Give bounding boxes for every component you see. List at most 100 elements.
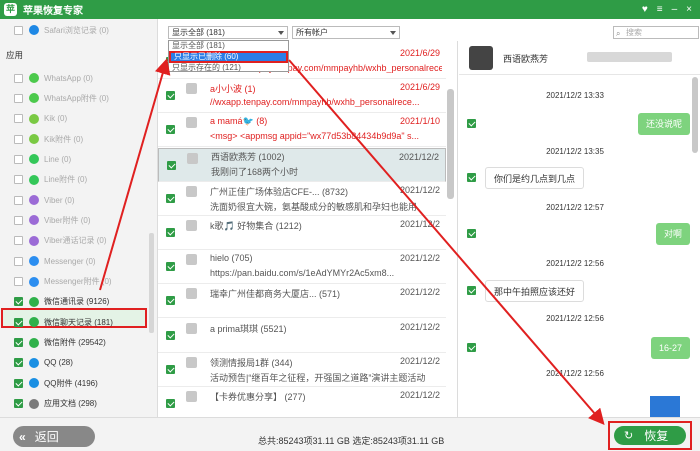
account-select[interactable]: 所有帐户 (292, 26, 400, 39)
checkbox[interactable] (14, 256, 23, 266)
checkbox[interactable] (166, 193, 175, 203)
double-chevron-left-icon: « (19, 429, 26, 444)
checkbox[interactable] (166, 364, 175, 374)
dropdown-option-all[interactable]: 显示全部 (181) (169, 41, 288, 51)
checkbox[interactable] (14, 236, 23, 246)
sidebar-item[interactable]: Viber (0) (14, 193, 154, 207)
checkbox[interactable] (467, 286, 476, 295)
sidebar-item-label: WhatsApp附件 (0) (44, 93, 109, 103)
checkbox[interactable] (14, 93, 23, 103)
sidebar-item[interactable]: QQ附件 (4196) (14, 376, 154, 390)
conversation-row[interactable]: 瑞幸广州佳都商务大厦店... (571) 2021/12/2 (158, 284, 446, 319)
viber-icon (29, 235, 39, 246)
sidebar-item-label: Viber通话记录 (0) (44, 236, 107, 246)
checkbox[interactable] (14, 154, 23, 164)
checkbox[interactable] (467, 229, 476, 238)
conversation-row[interactable]: 【卡券优惠分享】 (277) 2021/12/2 (158, 387, 446, 417)
checkbox[interactable] (166, 330, 175, 340)
sidebar-item[interactable]: Viber附件 (0) (14, 213, 154, 227)
sidebar-item-label: Line附件 (0) (44, 175, 88, 185)
checkbox[interactable] (14, 338, 23, 348)
checkbox[interactable] (467, 173, 476, 182)
chat-scrollbar[interactable] (692, 77, 698, 153)
sidebar-item[interactable]: Line (0) (14, 152, 154, 166)
sidebar-item-safari[interactable]: Safari浏览记录 (0) (14, 23, 154, 37)
search-input[interactable]: ⌕ 搜索 (613, 26, 699, 39)
checkbox[interactable] (14, 378, 23, 388)
sidebar-item[interactable]: 应用文档 (298) (14, 397, 154, 411)
checkbox[interactable] (14, 277, 23, 286)
list-scrollbar[interactable] (447, 89, 454, 199)
sidebar-item[interactable]: Messenger附件 (0) (14, 275, 154, 289)
conversation-row[interactable]: a prima琪琪 (5521) 2021/12/2 (158, 319, 446, 353)
sidebar-item-label: Viber (0) (44, 195, 75, 205)
conversation-row[interactable]: hielo (705) 2021/12/2 https://pan.baidu.co… (158, 250, 446, 285)
filter-select[interactable]: 显示全部 (181) (168, 26, 288, 39)
line-icon (29, 174, 39, 185)
conversation-date: 2021/12/2 (399, 219, 440, 229)
sidebar-item[interactable]: WhatsApp (0) (14, 71, 154, 85)
sidebar-item[interactable]: Kik (0) (14, 112, 154, 126)
back-button[interactable]: « 返回 (13, 426, 95, 447)
conversation-row[interactable]: a mamá🐦 (8) 2021/1/10 <msg> <appmsg appid=… (158, 113, 446, 148)
sidebar-item[interactable]: Viber通话记录 (0) (14, 234, 154, 248)
sidebar-item-label: Line (0) (44, 154, 72, 164)
checkbox[interactable] (467, 119, 476, 128)
checkbox[interactable] (14, 317, 23, 327)
sidebar-item[interactable]: Line附件 (0) (14, 173, 154, 187)
sidebar-item[interactable]: Kik附件 (0) (14, 132, 154, 146)
restore-button[interactable]: ↻ 恢复 (614, 426, 686, 445)
window-controls: ♥ ≡ – × (642, 4, 692, 15)
sidebar-item[interactable]: 微信通讯录 (9126) (14, 295, 154, 309)
checkbox[interactable] (14, 134, 23, 144)
sidebar-item[interactable]: 微信附件 (29542) (14, 336, 154, 350)
sidebar-item[interactable]: Messenger (0) (14, 254, 154, 268)
checkbox[interactable] (467, 343, 476, 352)
conversation-row[interactable]: 广州正佳广场体验店CFE-... (8732) 2021/12/2 洗面奶很宜大碗，… (158, 182, 446, 216)
sidebar-item[interactable]: 微信聊天记录 (181) (14, 315, 154, 329)
checkbox[interactable] (166, 125, 175, 135)
checkbox[interactable] (14, 297, 23, 307)
checkbox[interactable] (166, 296, 175, 306)
checkbox[interactable] (166, 399, 175, 408)
checkbox[interactable] (14, 358, 23, 368)
dropdown-option-existing[interactable]: 只显示存在的 (121) (169, 63, 288, 73)
checkbox[interactable] (14, 215, 23, 225)
conversation-row[interactable]: a小小波 (1) 2021/6/29 //wxapp.tenpay.com/mmpa… (158, 79, 446, 114)
favorite-icon[interactable]: ♥ (642, 4, 648, 15)
checkbox[interactable] (166, 228, 175, 237)
checkbox[interactable] (14, 195, 23, 205)
conversation-name: 领测情报局1群 (344) (210, 357, 293, 368)
checkbox[interactable] (14, 25, 23, 35)
conversation-name: 广州正佳广场体验店CFE-... (8732) (210, 186, 349, 197)
message-timestamp: 2021/12/2 13:35 (546, 147, 604, 156)
message-timestamp: 2021/12/2 12:56 (546, 369, 604, 378)
sidebar-scrollbar[interactable] (149, 233, 154, 333)
line-icon (29, 154, 39, 165)
avatar (186, 356, 197, 368)
checkbox[interactable] (167, 160, 176, 170)
conversation-row[interactable]: 西语欧燕芳 (1002) 2021/12/2 我刚问了168两个小时 (158, 147, 446, 182)
dropdown-option-deleted[interactable]: 只显示已删除 (60) (169, 51, 288, 63)
conversation-row[interactable]: 领测情报局1群 (344) 2021/12/2 活动预告|“继百年之征程，开强国之道… (158, 353, 446, 387)
close-icon[interactable]: × (686, 4, 692, 15)
footer: « 返回 总共:85243项31.11 GB 选定:85243项31.11 GB… (0, 417, 700, 451)
sidebar-item[interactable]: QQ (28) (14, 356, 154, 370)
conversation-name: a mamá🐦 (8) (210, 116, 268, 127)
sidebar-item[interactable]: WhatsApp附件 (0) (14, 91, 154, 105)
menu-icon[interactable]: ≡ (657, 4, 663, 15)
conversation-name: 瑞幸广州佳都商务大厦店... (571) (210, 289, 341, 300)
conversation-row[interactable]: k歌🎵 好物集合 (1212) 2021/12/2 (158, 216, 446, 250)
minimize-icon[interactable]: – (672, 4, 678, 15)
checkbox[interactable] (166, 91, 175, 101)
checkbox[interactable] (14, 114, 23, 124)
checkbox[interactable] (14, 175, 23, 185)
received-message-bubble: 那中午拍照应该还好 (485, 280, 585, 302)
conversation-preview: https://pan.baidu.com/s/1eAdYMYr2Ac5xm8.… (210, 268, 395, 279)
kik-icon (29, 134, 39, 145)
checkbox[interactable] (14, 399, 23, 409)
sidebar-item-label: Kik (0) (44, 114, 68, 124)
checkbox[interactable] (166, 262, 175, 272)
image-message-thumbnail[interactable] (650, 396, 680, 417)
checkbox[interactable] (14, 73, 23, 83)
